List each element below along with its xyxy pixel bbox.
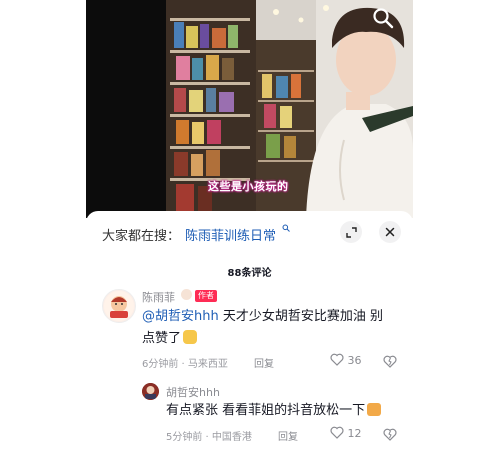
mention-link[interactable]: @胡哲安hhh [142,309,219,324]
search-prefix-label: 大家都在搜： [102,229,181,244]
comment-meta: 5分钟前 · 中国香港 [166,432,252,443]
comment-text: 有点紧张 看看菲姐的抖音放松一下 [166,400,406,422]
reply-button[interactable]: 回复 [254,355,274,370]
dislike-icon[interactable] [383,426,397,445]
comment-item: 陈雨菲 作者 @胡哲安hhh 天才少女胡哲安比赛加油 别 点赞了 6分钟前 · … [86,287,413,377]
dislike-icon[interactable] [383,353,397,372]
comment-text: @胡哲安hhh 天才少女胡哲安比赛加油 别 点赞了 [142,309,383,346]
like-count: 12 [347,427,362,440]
emoji-icon [183,330,198,344]
comment-author[interactable]: 胡哲安hhh [166,384,220,400]
like-count: 36 [347,354,362,367]
expand-icon[interactable] [340,221,362,243]
comment-author[interactable]: 陈雨菲 [142,289,175,305]
search-icon[interactable] [371,6,395,30]
author-badge: 作者 [195,290,217,302]
reply-button[interactable]: 回复 [278,428,298,443]
emoji-icon [367,403,382,416]
comment-count: 88条评论 [227,268,272,279]
like-button[interactable]: 12 [330,426,362,440]
comments-panel: 大家都在搜： 陈雨菲训练日常 88条评论 陈雨菲 作者 @胡哲安hhh 天才少女… [86,211,413,458]
video-subtitle: 这些是小孩玩的 [208,180,289,193]
phone-screen: 这些是小孩玩的 大家都在搜： 陈雨菲训练日常 88条评论 陈雨菲 作者 @胡哲安… [86,0,413,458]
comment-meta: 6分钟前 · 马来西亚 [142,359,228,370]
avatar[interactable] [142,383,159,400]
trending-search-bar[interactable]: 大家都在搜： 陈雨菲训练日常 [86,211,413,253]
avatar[interactable] [102,289,136,323]
author-emblem-icon [181,289,192,300]
like-button[interactable]: 36 [330,353,362,367]
video-player[interactable]: 这些是小孩玩的 [86,0,413,218]
small-search-icon [282,224,290,235]
trending-search-link[interactable]: 陈雨菲训练日常 [185,225,276,244]
close-icon[interactable] [379,221,401,243]
reply-item: 胡哲安hhh 有点紧张 看看菲姐的抖音放松一下 5分钟前 · 中国香港 回复 1… [86,381,413,455]
